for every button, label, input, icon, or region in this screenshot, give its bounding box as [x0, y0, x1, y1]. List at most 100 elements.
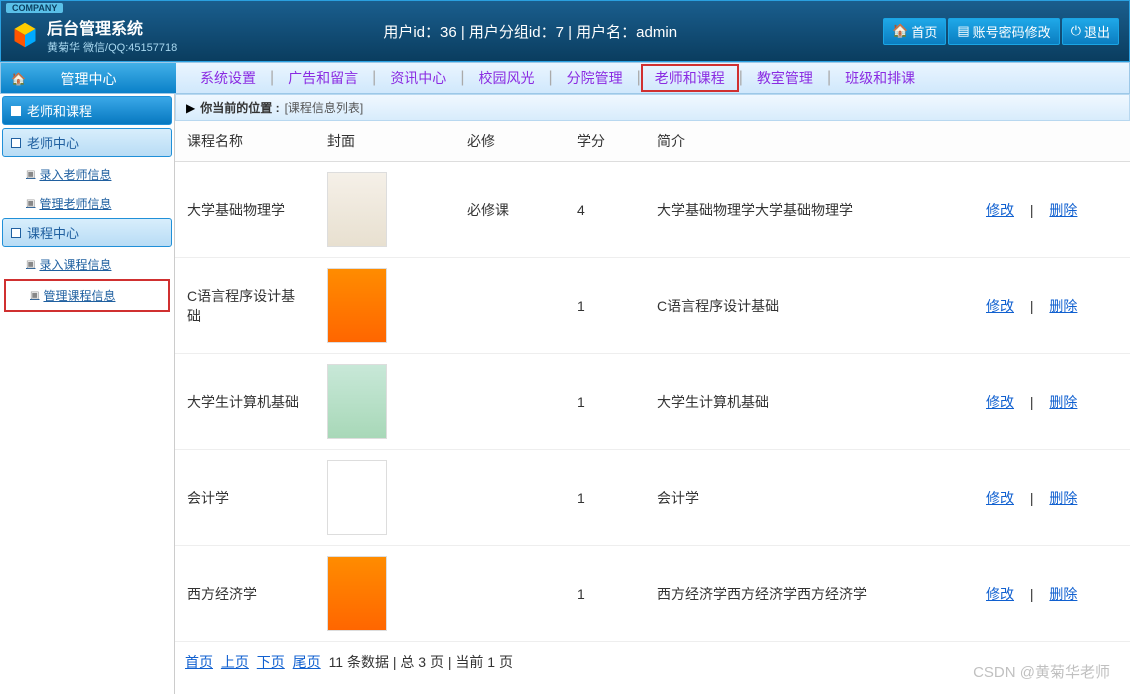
nav-item[interactable]: 教室管理 [743, 64, 827, 92]
user-info: 用户id：36 | 用户分组id：7 | 用户名：admin [177, 21, 883, 42]
edit-link[interactable]: 修改 [982, 202, 1018, 218]
cover-thumbnail [327, 460, 387, 535]
cell-cover [315, 450, 455, 546]
cell-cover [315, 546, 455, 642]
delete-link[interactable]: 删除 [1045, 298, 1081, 314]
top-nav: 管理中心 系统设置|广告和留言|资讯中心|校园风光|分院管理|老师和课程|教室管… [0, 62, 1130, 94]
page-info: 11 条数据 | 总 3 页 | 当前 1 页 [329, 654, 513, 670]
sidebar-course-section[interactable]: 课程中心 [2, 218, 172, 247]
password-button[interactable]: ▤ 账号密码修改 [948, 18, 1059, 45]
action-separator: | [1022, 202, 1042, 218]
sidebar-main-section[interactable]: 老师和课程 [2, 96, 172, 125]
nav-item[interactable]: 系统设置 [186, 64, 270, 92]
cell-credit: 1 [565, 546, 645, 642]
th-cover: 封面 [315, 121, 455, 162]
cell-cover [315, 354, 455, 450]
cell-actions: 修改 | 删除 [970, 450, 1130, 546]
delete-link[interactable]: 删除 [1045, 394, 1081, 410]
table-row: C语言程序设计基础 1 C语言程序设计基础 修改 | 删除 [175, 258, 1130, 354]
power-icon: ⏻ [1071, 23, 1081, 39]
main-content: ▶ 你当前的位置 : [课程信息列表] 课程名称 封面 必修 学分 简介 大学基… [175, 94, 1130, 694]
edit-link[interactable]: 修改 [982, 298, 1018, 314]
app-title: 后台管理系统 [47, 15, 177, 39]
cell-credit: 1 [565, 354, 645, 450]
cell-name: 西方经济学 [175, 546, 315, 642]
nav-item[interactable]: 资讯中心 [376, 64, 460, 92]
sidebar-item-manage-teacher[interactable]: 管理老师信息 [2, 189, 172, 218]
action-separator: | [1022, 298, 1042, 314]
cell-cover [315, 258, 455, 354]
section-icon [11, 138, 21, 148]
home-button[interactable]: 🏠 首页 [883, 18, 946, 45]
cell-name: 会计学 [175, 450, 315, 546]
sidebar-item-add-course[interactable]: 录入课程信息 [2, 250, 172, 279]
cell-cover [315, 162, 455, 258]
list-icon: ▤ [957, 23, 969, 39]
table-header-row: 课程名称 封面 必修 学分 简介 [175, 121, 1130, 162]
app-subtitle: 黄菊华 微信/QQ:45157718 [47, 39, 177, 55]
delete-link[interactable]: 删除 [1045, 490, 1081, 506]
arrow-icon: ▶ [186, 101, 195, 115]
th-name: 课程名称 [175, 121, 315, 162]
delete-link[interactable]: 删除 [1045, 586, 1081, 602]
table-row: 西方经济学 1 西方经济学西方经济学西方经济学 修改 | 删除 [175, 546, 1130, 642]
cell-credit: 1 [565, 450, 645, 546]
table-row: 大学生计算机基础 1 大学生计算机基础 修改 | 删除 [175, 354, 1130, 450]
th-credit: 学分 [565, 121, 645, 162]
logout-button[interactable]: ⏻ 退出 [1062, 18, 1119, 45]
cell-required [455, 450, 565, 546]
nav-item[interactable]: 广告和留言 [274, 64, 372, 92]
cell-actions: 修改 | 删除 [970, 546, 1130, 642]
nav-items: 系统设置|广告和留言|资讯中心|校园风光|分院管理|老师和课程|教室管理|班级和… [176, 64, 929, 92]
home-icon: 🏠 [892, 23, 908, 39]
th-required: 必修 [455, 121, 565, 162]
edit-link[interactable]: 修改 [982, 586, 1018, 602]
cover-thumbnail [327, 268, 387, 343]
breadcrumb-prefix: 你当前的位置 : [200, 99, 279, 116]
breadcrumb: ▶ 你当前的位置 : [课程信息列表] [175, 94, 1130, 121]
cell-actions: 修改 | 删除 [970, 162, 1130, 258]
cover-thumbnail [327, 364, 387, 439]
page-next[interactable]: 下页 [257, 654, 285, 670]
page-prev[interactable]: 上页 [221, 654, 249, 670]
body-wrap: 老师和课程 老师中心 录入老师信息 管理老师信息 课程中心 录入课程信息 管理课… [0, 94, 1130, 694]
cell-actions: 修改 | 删除 [970, 354, 1130, 450]
sidebar-teacher-section[interactable]: 老师中心 [2, 128, 172, 157]
action-separator: | [1022, 490, 1042, 506]
cell-required [455, 354, 565, 450]
cell-credit: 1 [565, 258, 645, 354]
cell-required [455, 258, 565, 354]
delete-link[interactable]: 删除 [1045, 202, 1081, 218]
cell-credit: 4 [565, 162, 645, 258]
nav-item[interactable]: 分院管理 [553, 64, 637, 92]
edit-link[interactable]: 修改 [982, 394, 1018, 410]
nav-item[interactable]: 校园风光 [464, 64, 548, 92]
nav-item[interactable]: 老师和课程 [641, 64, 739, 92]
action-separator: | [1022, 394, 1042, 410]
cell-name: 大学基础物理学 [175, 162, 315, 258]
cell-intro: 大学生计算机基础 [645, 354, 970, 450]
table-row: 大学基础物理学 必修课 4 大学基础物理学大学基础物理学 修改 | 删除 [175, 162, 1130, 258]
watermark: CSDN @黄菊华老师 [973, 661, 1110, 682]
logo-box: 后台管理系统 黄菊华 微信/QQ:45157718 [11, 15, 177, 55]
nav-item[interactable]: 班级和排课 [831, 64, 929, 92]
cover-thumbnail [327, 172, 387, 247]
company-tag: COMPANY [6, 3, 63, 13]
page-first[interactable]: 首页 [185, 654, 213, 670]
cell-intro: 西方经济学西方经济学西方经济学 [645, 546, 970, 642]
edit-link[interactable]: 修改 [982, 490, 1018, 506]
header-bar: COMPANY 后台管理系统 黄菊华 微信/QQ:45157718 用户id：3… [0, 0, 1130, 62]
th-intro: 简介 [645, 121, 970, 162]
cell-name: 大学生计算机基础 [175, 354, 315, 450]
section-icon [11, 228, 21, 238]
sidebar-item-add-teacher[interactable]: 录入老师信息 [2, 160, 172, 189]
cube-icon [11, 21, 39, 49]
sidebar: 老师和课程 老师中心 录入老师信息 管理老师信息 课程中心 录入课程信息 管理课… [0, 94, 175, 694]
cell-intro: 大学基础物理学大学基础物理学 [645, 162, 970, 258]
section-icon [11, 106, 21, 116]
page-last[interactable]: 尾页 [293, 654, 321, 670]
th-actions [970, 121, 1130, 162]
breadcrumb-location: [课程信息列表] [285, 99, 364, 116]
sidebar-item-manage-course[interactable]: 管理课程信息 [4, 279, 170, 312]
cell-intro: C语言程序设计基础 [645, 258, 970, 354]
